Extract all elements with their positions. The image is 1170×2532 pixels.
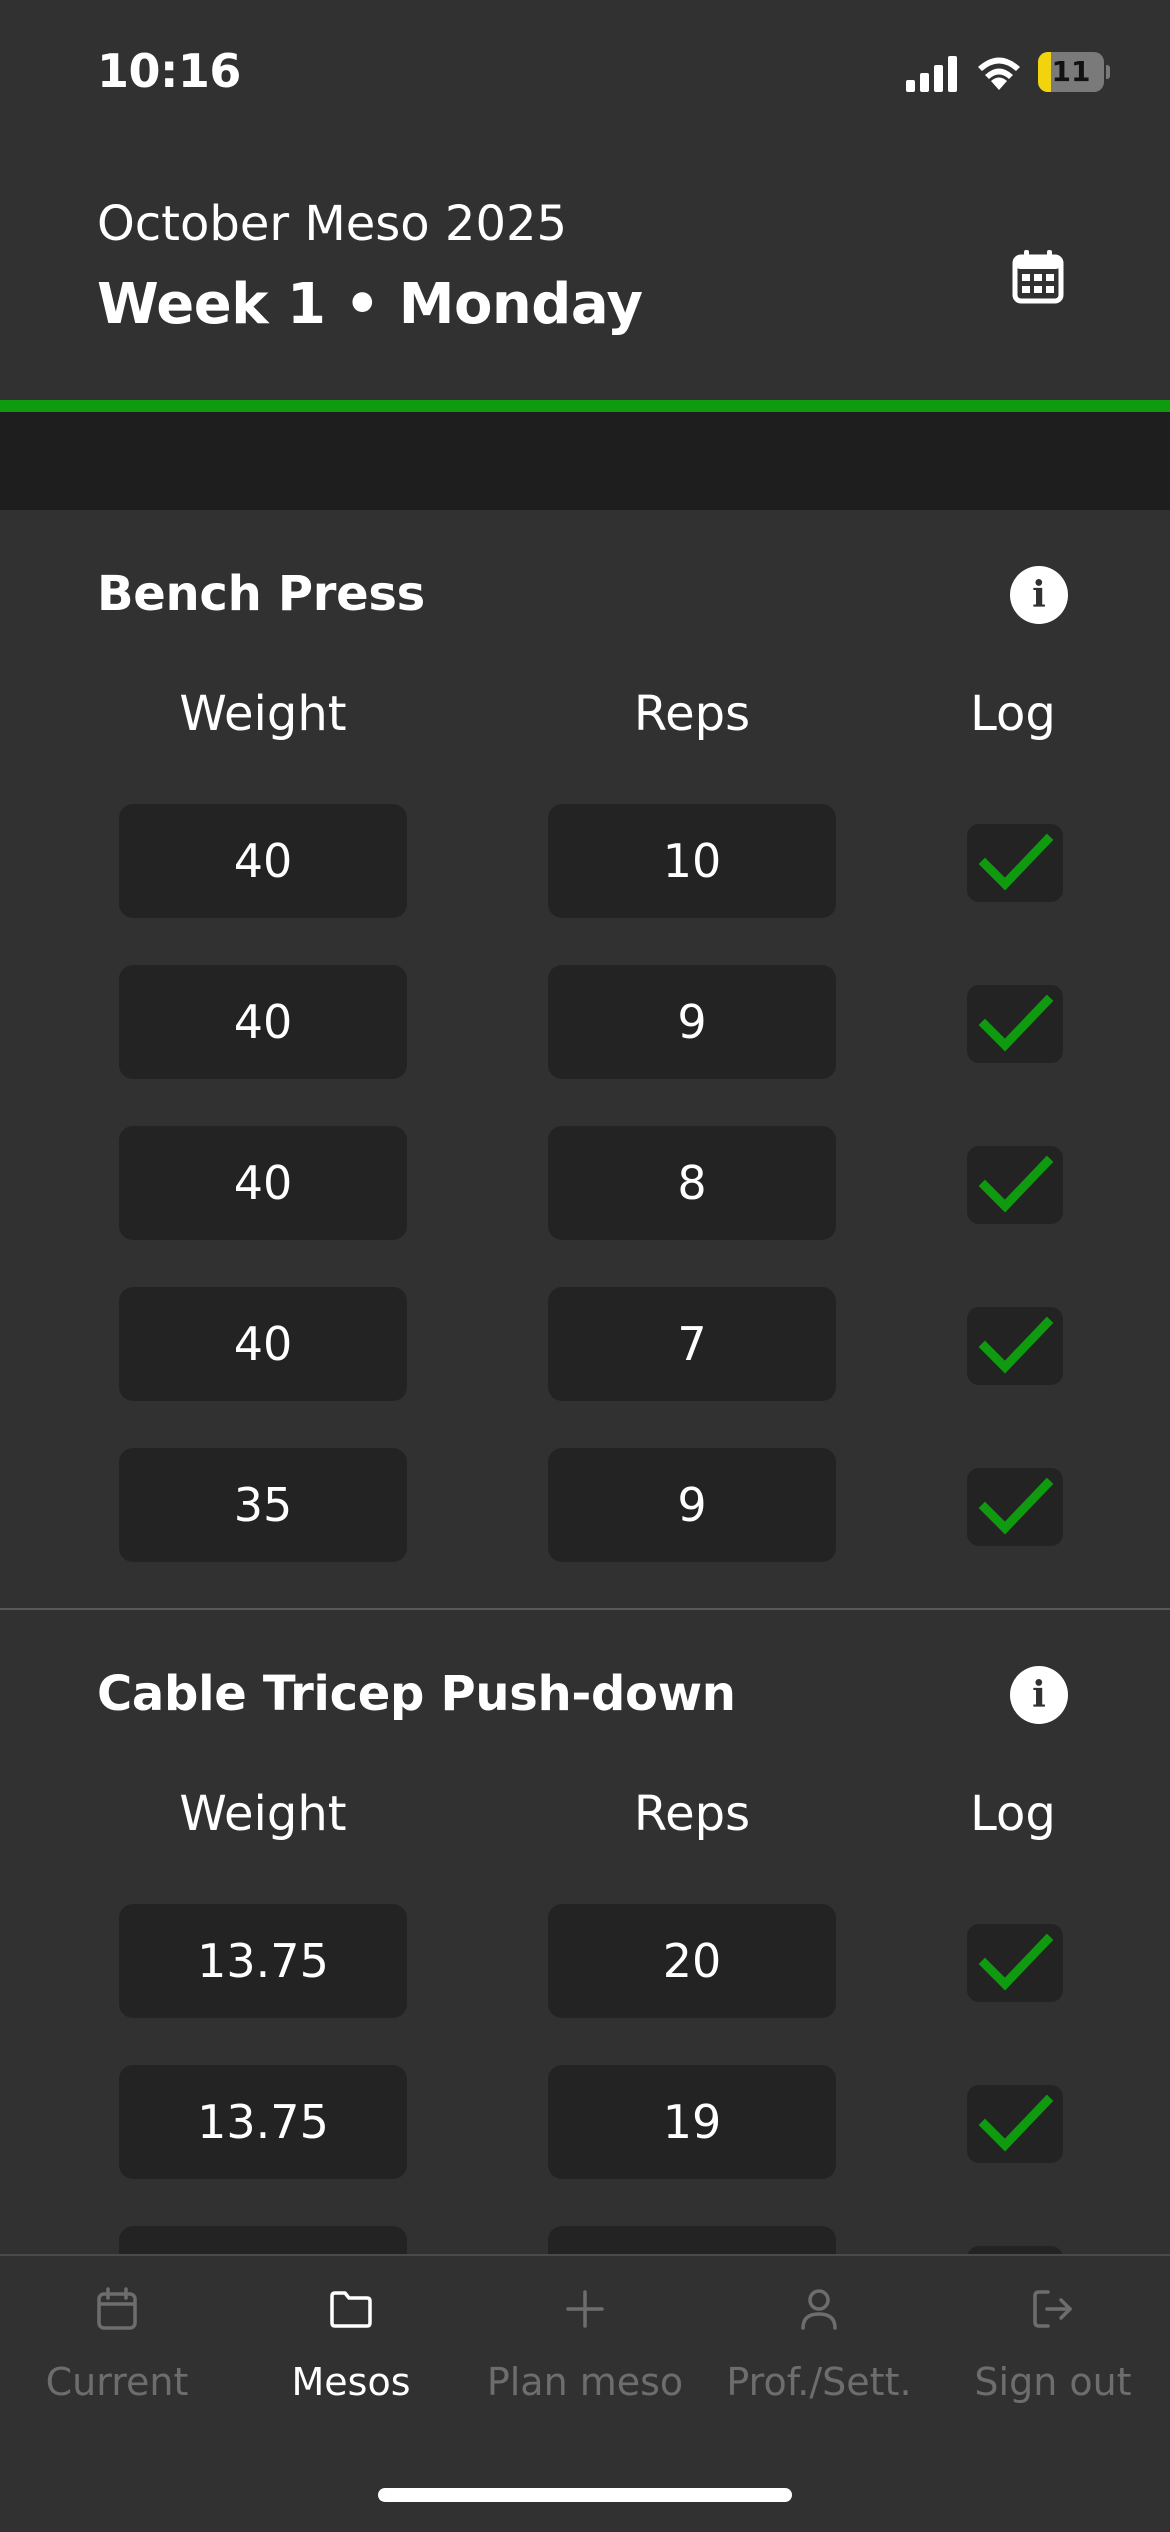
battery-level: 11 bbox=[1051, 55, 1091, 88]
reps-column-header: Reps bbox=[633, 686, 751, 742]
weight-input[interactable]: 35 bbox=[119, 1448, 407, 1562]
workout-header: October Meso 2025 Week 1 • Monday bbox=[0, 150, 1170, 400]
log-column-header: Log bbox=[970, 686, 1056, 742]
checkmark-icon bbox=[978, 1316, 1054, 1374]
checkmark-icon bbox=[978, 833, 1054, 891]
log-checkbox[interactable] bbox=[967, 1146, 1063, 1224]
weight-input[interactable]: 40 bbox=[119, 804, 407, 918]
checkmark-icon bbox=[978, 1477, 1054, 1535]
nav-item-mesos[interactable]: Mesos bbox=[234, 2286, 468, 2416]
nav-item-plan-meso[interactable]: Plan meso bbox=[468, 2286, 702, 2416]
nav-label: Plan meso bbox=[486, 2360, 684, 2404]
exercise-card: Bench Press i Weight Reps Log 40 10 40 9… bbox=[0, 510, 1170, 1608]
weight-input[interactable]: 40 bbox=[119, 965, 407, 1079]
calendar-icon bbox=[1012, 250, 1064, 304]
weight-column-header: Weight bbox=[179, 686, 347, 742]
nav-item-sign-out[interactable]: Sign out bbox=[936, 2286, 1170, 2416]
calendar-icon bbox=[97, 2287, 137, 2330]
set-row: 13.75 20 bbox=[0, 1904, 1170, 2018]
checkmark-icon bbox=[978, 2094, 1054, 2152]
user-icon bbox=[801, 2289, 837, 2330]
reps-column-header: Reps bbox=[633, 1786, 751, 1842]
meso-progress-fill bbox=[0, 400, 1170, 412]
status-time: 10:16 bbox=[97, 44, 241, 98]
reps-input[interactable]: 20 bbox=[548, 1904, 836, 2018]
set-row: 40 7 bbox=[0, 1287, 1170, 1401]
set-row: 40 8 bbox=[0, 1126, 1170, 1240]
exercise-info-button[interactable]: i bbox=[1010, 1666, 1068, 1724]
log-checkbox[interactable] bbox=[967, 2246, 1063, 2254]
weight-input[interactable]: 13.75 bbox=[119, 2065, 407, 2179]
nav-label: Mesos bbox=[291, 2360, 411, 2404]
plus-icon bbox=[566, 2290, 604, 2328]
day-title: Week 1 • Monday bbox=[97, 272, 643, 337]
wifi-icon bbox=[978, 57, 1020, 90]
cellular-signal-icon bbox=[906, 56, 957, 92]
exercise-info-button[interactable]: i bbox=[1010, 566, 1068, 624]
nav-item-current[interactable]: Current bbox=[0, 2286, 234, 2416]
reps-input[interactable]: 19 bbox=[548, 2065, 836, 2179]
folder-icon bbox=[330, 2291, 372, 2328]
home-indicator bbox=[378, 2488, 792, 2502]
meso-name: October Meso 2025 bbox=[97, 196, 568, 252]
reps-input[interactable]: 10 bbox=[548, 804, 836, 918]
reps-input[interactable]: 7 bbox=[548, 1287, 836, 1401]
header-separator bbox=[0, 412, 1170, 510]
log-checkbox[interactable] bbox=[967, 824, 1063, 902]
set-row: 40 10 bbox=[0, 804, 1170, 918]
log-column-header: Log bbox=[970, 1786, 1056, 1842]
weight-input[interactable]: 40 bbox=[119, 1126, 407, 1240]
set-row: 35 9 bbox=[0, 1448, 1170, 1562]
nav-item-profile-settings[interactable]: Prof./Sett. bbox=[702, 2286, 936, 2416]
nav-label: Sign out bbox=[974, 2360, 1132, 2404]
meso-progress-bar bbox=[0, 400, 1170, 412]
checkmark-icon bbox=[978, 1933, 1054, 1991]
info-icon: i bbox=[1032, 1674, 1046, 1716]
set-row: 40 9 bbox=[0, 965, 1170, 1079]
log-checkbox[interactable] bbox=[967, 985, 1063, 1063]
weight-input[interactable]: 40 bbox=[119, 1287, 407, 1401]
nav-label: Current bbox=[45, 2360, 189, 2404]
nav-label: Prof./Sett. bbox=[726, 2360, 912, 2404]
exercise-name: Bench Press bbox=[97, 566, 425, 622]
checkmark-icon bbox=[978, 994, 1054, 1052]
reps-input[interactable]: 9 bbox=[548, 965, 836, 1079]
battery-indicator: 11 bbox=[1038, 52, 1110, 92]
log-checkbox[interactable] bbox=[967, 2085, 1063, 2163]
exercise-card: Cable Tricep Push-down i Weight Reps Log… bbox=[0, 1610, 1170, 2254]
log-checkbox[interactable] bbox=[967, 1307, 1063, 1385]
workout-screen: 10:16 11 October Meso 2025 Week 1 • Mond… bbox=[0, 0, 1170, 2532]
reps-input[interactable] bbox=[548, 2226, 836, 2254]
weight-column-header: Weight bbox=[179, 1786, 347, 1842]
reps-input[interactable]: 8 bbox=[548, 1126, 836, 1240]
status-bar: 10:16 11 bbox=[0, 0, 1170, 150]
log-checkbox[interactable] bbox=[967, 1468, 1063, 1546]
weight-input[interactable] bbox=[119, 2226, 407, 2254]
sign-out-icon bbox=[1033, 2290, 1072, 2328]
calendar-button[interactable] bbox=[998, 236, 1078, 316]
set-row: 13.75 19 bbox=[0, 2065, 1170, 2179]
log-checkbox[interactable] bbox=[967, 1924, 1063, 2002]
checkmark-icon bbox=[978, 1155, 1054, 1213]
exercise-name: Cable Tricep Push-down bbox=[97, 1666, 736, 1722]
reps-input[interactable]: 9 bbox=[548, 1448, 836, 1562]
weight-input[interactable]: 13.75 bbox=[119, 1904, 407, 2018]
info-icon: i bbox=[1032, 574, 1046, 616]
set-row-partial bbox=[0, 2226, 1170, 2254]
